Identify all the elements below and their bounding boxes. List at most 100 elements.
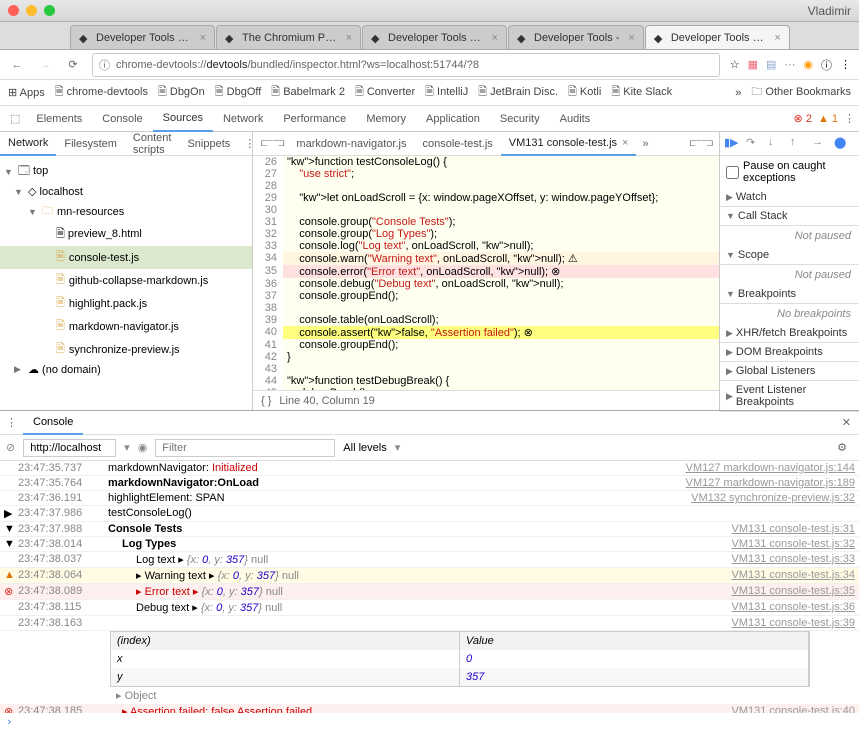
tree-file[interactable]: 🗎 markdown-navigator.js xyxy=(0,315,252,338)
table-row[interactable]: y357 xyxy=(111,668,809,686)
code-line[interactable]: 44"kw">function testDebugBreak() { xyxy=(253,375,719,387)
tree-top[interactable]: ▼🗔 top xyxy=(0,160,252,183)
devtools-tab-elements[interactable]: Elements xyxy=(26,106,92,132)
ext-icon[interactable]: ⋯ xyxy=(784,58,795,71)
nav-toggle-icon[interactable]: ⫍⫎ xyxy=(257,137,288,150)
bookmark-item[interactable]: 🗎 IntelliJ xyxy=(425,83,468,102)
line-number[interactable]: 34 xyxy=(253,252,283,265)
console-log-line[interactable]: ⊗23:47:38.185▸ Assertion failed: false A… xyxy=(0,704,859,713)
devtools-tab-security[interactable]: Security xyxy=(490,106,550,132)
log-source-link[interactable]: VM127 markdown-navigator.js:144 xyxy=(686,462,855,474)
bookmark-item[interactable]: 🗎 Kite Slack xyxy=(611,83,672,102)
line-number[interactable]: 32 xyxy=(253,228,283,240)
tree-file[interactable]: 🗎 preview_8.html xyxy=(0,223,252,246)
browser-tab[interactable]: ◆Developer Tools - htt× xyxy=(645,25,790,49)
log-source-link[interactable]: VM131 console-test.js:35 xyxy=(731,585,855,597)
minimize-window-button[interactable] xyxy=(26,5,37,16)
console-settings-icon[interactable]: ⚙ xyxy=(831,441,853,454)
browser-tab[interactable]: ◆The Chromium Projec× xyxy=(216,25,361,49)
step-button[interactable]: → xyxy=(812,136,828,152)
debugger-section-call-stack[interactable]: ▼Call Stack xyxy=(720,207,859,226)
log-source-link[interactable]: VM131 console-test.js:39 xyxy=(731,617,855,629)
drawer-menu-icon[interactable]: ⋮ xyxy=(0,416,23,429)
bookmark-item[interactable]: 🗎 DbgOff xyxy=(215,83,262,102)
step-over-button[interactable]: ↷ xyxy=(746,136,762,152)
navigator-tab-network[interactable]: Network xyxy=(0,132,56,156)
bookmark-item[interactable]: 🗎 chrome-devtools xyxy=(55,83,148,102)
console-log-line[interactable]: 23:47:36.191highlightElement: SPANVM132 … xyxy=(0,491,859,506)
ext-icon[interactable]: ▤ xyxy=(766,58,776,71)
url-bar[interactable]: ⓘ chrome-devtools://devtools/bundled/ins… xyxy=(92,53,720,77)
more-tabs-icon[interactable]: » xyxy=(636,138,654,150)
table-object-footer[interactable]: ▸ Object xyxy=(110,687,859,704)
tree-host[interactable]: ▼◇ localhost xyxy=(0,183,252,200)
console-log-line[interactable]: ⊗23:47:38.089▸ Error text ▸ {x: 0, y: 35… xyxy=(0,584,859,600)
debugger-section-watch[interactable]: ▶Watch xyxy=(720,188,859,207)
levels-selector[interactable]: All levels xyxy=(343,442,386,454)
step-out-button[interactable]: ↑ xyxy=(790,136,806,152)
code-line[interactable]: 28 xyxy=(253,180,719,192)
bookmark-item[interactable]: 🗎 Babelmark 2 xyxy=(271,83,345,102)
pause-button[interactable]: ▮▶ xyxy=(724,136,740,152)
line-number[interactable]: 27 xyxy=(253,168,283,180)
forward-button[interactable]: → xyxy=(36,56,54,74)
console-log-line[interactable]: ▼23:47:37.988Console TestsVM131 console-… xyxy=(0,522,859,537)
console-log-line[interactable]: 23:47:38.115Debug text ▸ {x: 0, y: 357} … xyxy=(0,600,859,616)
line-number[interactable]: 39 xyxy=(253,314,283,326)
log-source-link[interactable]: VM131 console-test.js:32 xyxy=(731,538,855,550)
devtools-tab-network[interactable]: Network xyxy=(213,106,273,132)
log-source-link[interactable]: VM131 console-test.js:36 xyxy=(731,601,855,613)
editor-tab[interactable]: VM131 console-test.js× xyxy=(501,132,637,156)
code-line[interactable]: 26"kw">function testConsoleLog() { xyxy=(253,156,719,168)
code-line[interactable]: 36 console.debug("Debug text", onLoadScr… xyxy=(253,278,719,290)
close-tab-icon[interactable]: × xyxy=(492,32,498,44)
line-number[interactable]: 37 xyxy=(253,290,283,302)
browser-tab[interactable]: ◆Developer Tools - × xyxy=(508,25,644,49)
bookmark-item[interactable]: 🗎 JetBrain Disc. xyxy=(478,83,558,102)
navigator-tab-content-scripts[interactable]: Content scripts xyxy=(125,132,180,156)
close-tab-icon[interactable]: × xyxy=(628,32,634,44)
close-tab-icon[interactable]: × xyxy=(200,32,206,44)
menu-icon[interactable]: ⋮ xyxy=(840,58,851,71)
console-log-line[interactable]: ▶23:47:37.986testConsoleLog() xyxy=(0,506,859,522)
table-row[interactable]: x0 xyxy=(111,650,809,668)
console-log-line[interactable]: ▼23:47:38.014Log TypesVM131 console-test… xyxy=(0,537,859,552)
editor-tab[interactable]: markdown-navigator.js xyxy=(288,132,414,156)
maximize-window-button[interactable] xyxy=(44,5,55,16)
code-editor[interactable]: 26"kw">function testConsoleLog() {27 "us… xyxy=(253,156,719,390)
ext-icon[interactable]: ▦ xyxy=(748,58,758,71)
console-log-line[interactable]: 23:47:35.764markdownNavigator:OnLoadVM12… xyxy=(0,476,859,491)
step-into-button[interactable]: ↓ xyxy=(768,136,784,152)
pause-caught-checkbox[interactable]: Pause on caught exceptions xyxy=(720,156,859,188)
error-count[interactable]: ⊗ 2 xyxy=(794,112,812,125)
code-line[interactable]: 33 console.log("Log text", onLoadScroll,… xyxy=(253,240,719,252)
code-line[interactable]: 30 xyxy=(253,204,719,216)
sidebar-toggle-icon[interactable]: ⫍⫎ xyxy=(684,137,719,150)
tree-file[interactable]: 🗎 console-test.js xyxy=(0,246,252,269)
console-prompt[interactable]: › xyxy=(0,713,859,730)
tree-nodomain[interactable]: ▶☁ (no domain) xyxy=(0,361,252,378)
bookmark-item[interactable]: 🗎 DbgOn xyxy=(158,83,205,102)
line-number[interactable]: 33 xyxy=(253,240,283,252)
log-source-link[interactable]: VM132 synchronize-preview.js:32 xyxy=(691,492,855,504)
braces-icon[interactable]: { } xyxy=(261,395,271,407)
browser-tab[interactable]: ◆Developer Tools - htt× xyxy=(362,25,507,49)
bookmark-item[interactable]: 🗎 Converter xyxy=(355,83,415,102)
debugger-section-xhr-fetch-breakpoints[interactable]: ▶XHR/fetch Breakpoints xyxy=(720,324,859,343)
close-file-icon[interactable]: × xyxy=(622,137,628,149)
console-tab[interactable]: Console xyxy=(23,411,83,435)
reload-button[interactable]: ⟳ xyxy=(64,56,82,74)
code-line[interactable]: 37 console.groupEnd(); xyxy=(253,290,719,302)
devtools-tab-audits[interactable]: Audits xyxy=(550,106,601,132)
star-icon[interactable]: ☆ xyxy=(730,58,740,71)
tree-folder[interactable]: ▼🗀 mn-resources xyxy=(0,200,252,223)
log-source-link[interactable]: VM131 console-test.js:31 xyxy=(731,523,855,535)
debugger-section-breakpoints[interactable]: ▼Breakpoints xyxy=(720,285,859,304)
console-filter-input[interactable] xyxy=(155,439,335,457)
info-icon[interactable]: ⓘ xyxy=(821,57,832,73)
line-number[interactable]: 44 xyxy=(253,375,283,387)
code-line[interactable]: 41 console.groupEnd(); xyxy=(253,339,719,351)
debugger-section-dom-breakpoints[interactable]: ▶DOM Breakpoints xyxy=(720,343,859,362)
drawer-close-icon[interactable]: ✕ xyxy=(834,416,859,429)
devtools-tab-memory[interactable]: Memory xyxy=(356,106,416,132)
